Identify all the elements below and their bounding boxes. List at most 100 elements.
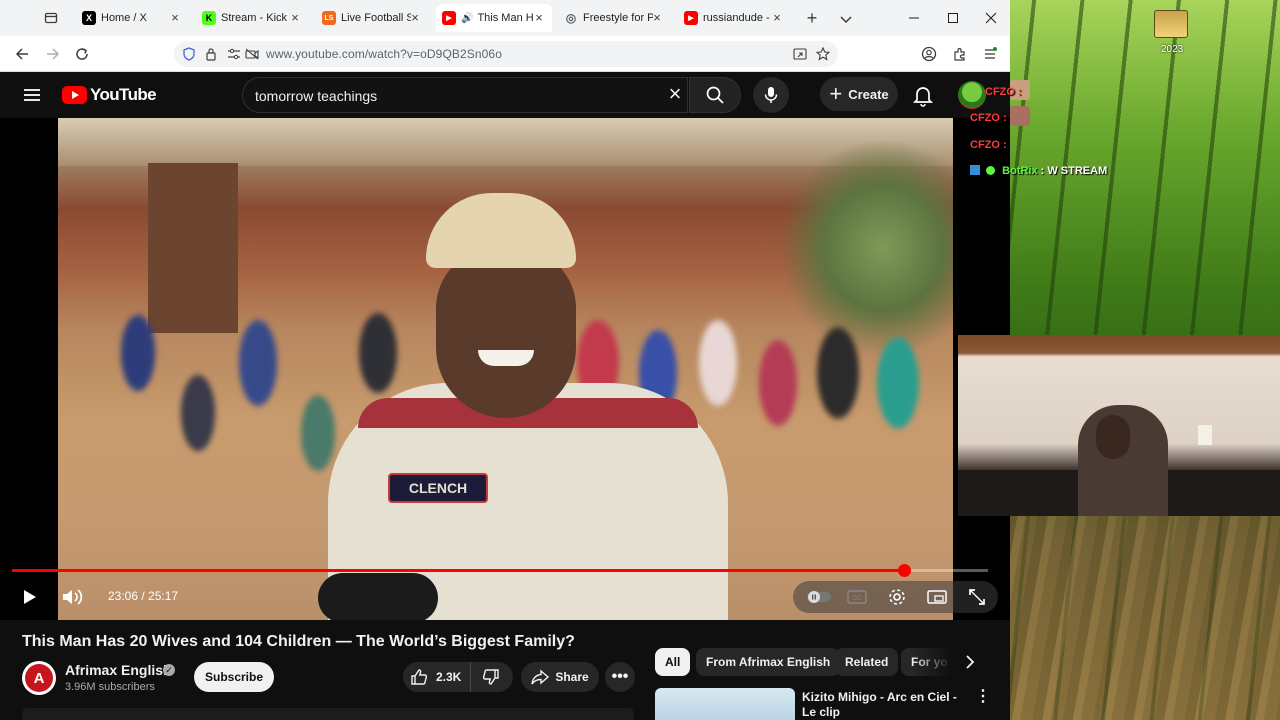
search-box[interactable]	[242, 77, 688, 113]
chip-related[interactable]: Related	[835, 648, 899, 676]
youtube-logo-icon: ▶	[442, 11, 456, 25]
close-tab-icon[interactable]: ×	[408, 11, 422, 25]
close-window-button[interactable]	[979, 7, 1003, 29]
lamp	[1198, 425, 1212, 445]
menu-icon[interactable]	[979, 43, 1001, 65]
close-tab-icon[interactable]: ×	[770, 11, 784, 25]
lock-icon[interactable]	[203, 46, 219, 62]
tab-kick-stream[interactable]: K Stream - Kick Da ×	[196, 4, 308, 32]
speaker-icon[interactable]: 🔊	[461, 13, 473, 24]
extensions-icon[interactable]	[949, 43, 971, 65]
settings-button[interactable]	[885, 585, 909, 609]
maximize-button[interactable]	[941, 7, 965, 29]
recommended-video-title[interactable]: Kizito Mihigo - Arc en Ciel - Le clip	[802, 690, 967, 720]
plus-icon: +	[829, 81, 843, 106]
chip-all[interactable]: All	[655, 648, 691, 676]
chevron-right-icon[interactable]	[958, 650, 982, 674]
star-bookmark-icon[interactable]	[815, 46, 831, 62]
search-button[interactable]	[689, 77, 741, 113]
chat-username: BotRix	[1002, 165, 1038, 177]
verified-check-icon: ✓	[163, 664, 175, 676]
more-horizontal-icon: •••	[611, 668, 629, 685]
voice-search-button[interactable]	[753, 77, 789, 113]
subscribe-button[interactable]: Subscribe	[194, 662, 274, 692]
tab-freestyle[interactable]: ◎ Freestyle for Par ×	[558, 4, 670, 32]
hamburger-menu-icon[interactable]	[22, 85, 42, 105]
recommended-video-thumbnail[interactable]	[655, 688, 795, 720]
bot-badge-icon	[970, 165, 980, 175]
back-arrow-icon[interactable]	[11, 43, 33, 65]
tv-icon	[1154, 10, 1188, 38]
year-label: 2023	[1161, 44, 1184, 55]
kick-logo-icon: K	[202, 11, 216, 25]
create-button[interactable]: + Create	[820, 77, 898, 111]
search-input[interactable]	[255, 86, 655, 106]
new-tab-button[interactable]: +	[802, 9, 822, 29]
volume-button[interactable]	[60, 585, 84, 609]
tab-live-football[interactable]: LS Live Football Sco ×	[316, 4, 428, 32]
close-tab-icon[interactable]: ×	[532, 11, 546, 25]
progress-scrubber[interactable]	[897, 564, 911, 577]
description-box-edge	[22, 708, 634, 720]
minimize-button[interactable]	[902, 7, 926, 29]
verified-badge-icon	[986, 166, 996, 175]
close-tab-icon[interactable]: ×	[288, 11, 302, 25]
jacket-patch: CLENCH	[388, 473, 488, 503]
tab-home-x[interactable]: X Home / X ×	[76, 4, 188, 32]
tab-title: Live Football Sco	[341, 12, 411, 24]
more-actions-button[interactable]: •••	[605, 662, 635, 692]
autoplay-toggle[interactable]	[806, 585, 832, 609]
search-icon	[706, 86, 724, 104]
share-button[interactable]: Share	[521, 662, 599, 692]
browser-window: X Home / X × K Stream - Kick Da × LS Liv…	[0, 0, 1010, 720]
fullscreen-button[interactable]	[965, 585, 989, 609]
fullscreen-icon	[969, 589, 985, 605]
youtube-logo[interactable]: YouTube	[62, 85, 157, 105]
permissions-icon[interactable]	[226, 46, 242, 62]
account-icon[interactable]	[918, 43, 940, 65]
more-vertical-icon[interactable]: ⋮	[975, 688, 991, 712]
subscriber-count: 3.96M subscribers	[65, 681, 155, 693]
subtitles-button[interactable]: CC	[845, 585, 869, 609]
time-display: 23:06 / 25:17	[108, 589, 179, 603]
tab-youtube-active[interactable]: ▶ 🔊 This Man Ha ×	[436, 4, 552, 32]
x-logo-icon: X	[82, 11, 96, 25]
channel-name[interactable]: Afrimax English	[65, 662, 172, 678]
like-dislike-group: 2.3K	[403, 662, 513, 692]
open-in-app-icon[interactable]	[792, 46, 808, 62]
address-bar[interactable]: www.youtube.com/watch?v=oD9QB2Sn06o	[174, 41, 838, 67]
share-arrow-icon	[531, 669, 550, 685]
chevron-down-icon[interactable]	[836, 9, 856, 29]
theater-mode-button[interactable]	[925, 585, 949, 609]
watch-metadata: This Man Has 20 Wives and 104 Children —…	[0, 620, 1010, 720]
forward-arrow-icon[interactable]	[42, 43, 64, 65]
dislike-button[interactable]	[471, 662, 511, 692]
close-tab-icon[interactable]: ×	[168, 11, 182, 25]
navigation-bar: www.youtube.com/watch?v=oD9QB2Sn06o	[0, 36, 1010, 72]
channel-avatar[interactable]: A	[22, 661, 56, 695]
tab-russiandude[interactable]: ▶ russiandude - Yo ×	[678, 4, 790, 32]
create-label: Create	[848, 86, 889, 102]
tab-search-icon[interactable]	[40, 8, 62, 28]
like-button[interactable]: 2.3K	[403, 662, 471, 692]
youtube-wordmark: YouTube	[90, 85, 157, 104]
close-tab-icon[interactable]: ×	[650, 11, 664, 25]
notifications-bell-icon[interactable]	[911, 83, 935, 107]
play-button[interactable]	[17, 585, 41, 609]
shield-icon[interactable]	[181, 46, 197, 62]
clear-search-icon[interactable]: ×	[664, 83, 686, 106]
progress-played	[12, 569, 904, 572]
livescore-logo-icon: LS	[322, 11, 336, 25]
progress-bar[interactable]	[12, 564, 988, 577]
camera-off-icon[interactable]	[244, 46, 260, 62]
video-title: This Man Has 20 Wives and 104 Children —…	[22, 633, 575, 650]
tab-title: Freestyle for Par	[583, 12, 653, 24]
video-frame[interactable]: CLENCH	[58, 118, 953, 620]
chat-message: CFZO :	[970, 139, 1007, 151]
reload-icon[interactable]	[71, 43, 93, 65]
video-player[interactable]: CLENCH 23:06 / 25:17 CC	[0, 118, 1010, 620]
autoplay-toggle-icon	[807, 591, 831, 603]
microphone-icon	[764, 87, 778, 103]
chip-from-channel[interactable]: From Afrimax English	[696, 648, 841, 676]
account-avatar[interactable]	[958, 81, 986, 109]
